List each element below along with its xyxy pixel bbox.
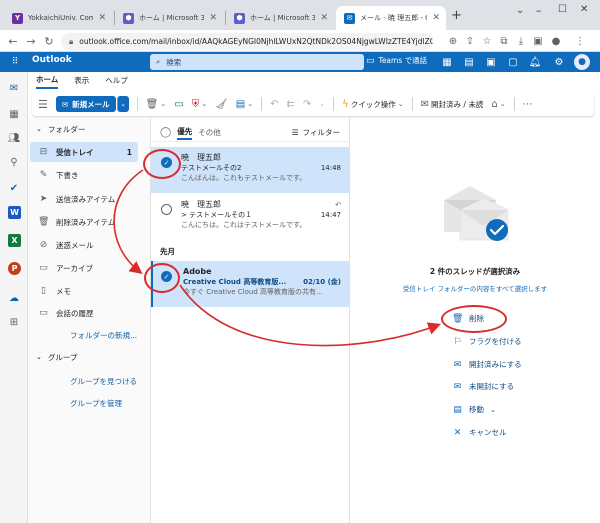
annotation-arrows bbox=[113, 169, 441, 347]
